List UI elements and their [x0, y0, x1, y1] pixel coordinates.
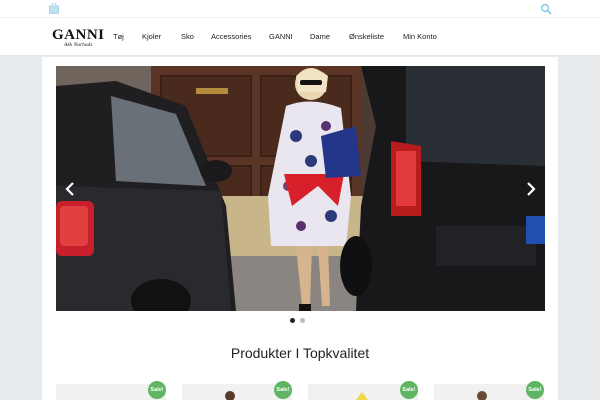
nav-item-ganni[interactable]: GANNI	[269, 32, 293, 42]
chevron-right-icon[interactable]	[525, 182, 537, 196]
sale-badge: Sale!	[400, 381, 418, 399]
nav-item-min-konto[interactable]: Min Konto	[403, 32, 437, 42]
nav-item-sko[interactable]: Sko	[181, 32, 194, 42]
section-title: Produkter I Topkvalitet	[230, 345, 370, 361]
shopping-bag-icon[interactable]	[48, 3, 60, 14]
logo-name: GANNI	[52, 27, 105, 43]
slider-dot-1[interactable]	[290, 318, 295, 323]
sale-badge: Sale!	[274, 381, 292, 399]
logo-subtitle: Akk Narbads	[64, 42, 93, 48]
logo[interactable]: GANNI Akk Narbads	[52, 28, 104, 50]
site-header: GANNI Akk Narbads Tøj Kjoler Sko Accesso…	[0, 18, 600, 56]
search-icon[interactable]	[540, 3, 552, 15]
nav-item-toj[interactable]: Tøj	[113, 32, 124, 42]
sale-badge: Sale!	[148, 381, 166, 399]
main-content: Produkter I Topkvalitet Sale! Sale! Sale…	[42, 57, 558, 400]
nav-item-accessories[interactable]: Accessories	[211, 32, 251, 42]
nav-item-onskeliste[interactable]: Ønskeliste	[349, 32, 384, 42]
sale-badge: Sale!	[526, 381, 544, 399]
hero-image	[56, 66, 545, 311]
hero-slider[interactable]	[56, 66, 545, 311]
nav-item-kjoler[interactable]: Kjoler	[142, 32, 161, 42]
slider-dot-2[interactable]	[300, 318, 305, 323]
slider-pagination	[290, 318, 310, 324]
nav-item-dame[interactable]: Dame	[310, 32, 330, 42]
top-bar	[0, 0, 600, 18]
chevron-left-icon[interactable]	[64, 182, 76, 196]
